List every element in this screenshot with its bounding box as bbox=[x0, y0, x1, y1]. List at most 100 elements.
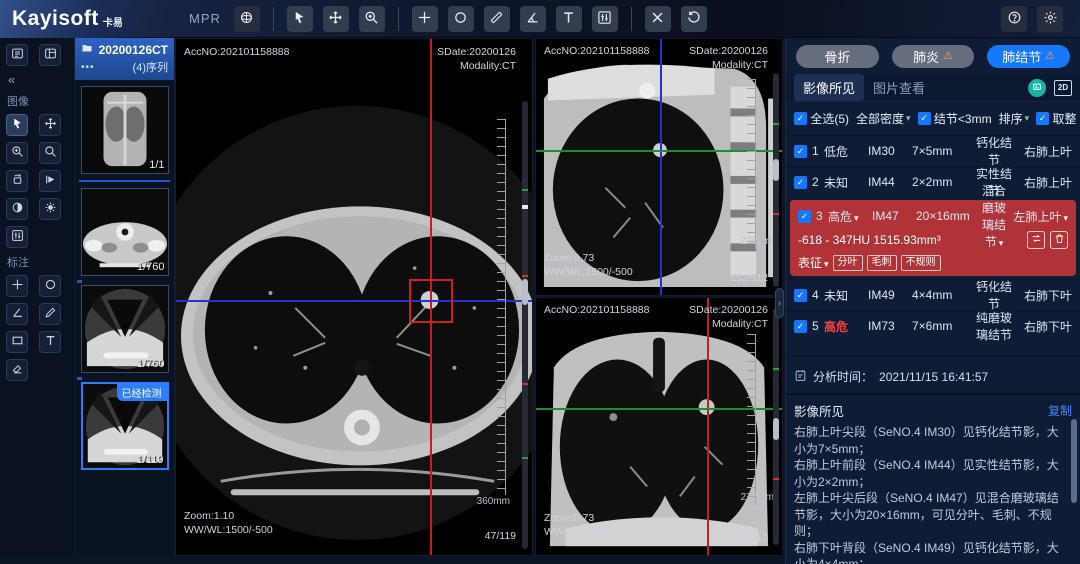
series-thumbnail-3[interactable]: 1/760 bbox=[81, 285, 169, 373]
mpr-3d-button[interactable] bbox=[234, 6, 260, 32]
pan-tool-button[interactable] bbox=[323, 6, 349, 32]
sidebar-magnifier-button[interactable] bbox=[39, 142, 61, 164]
collapse-sidebar-button[interactable]: « bbox=[8, 72, 74, 87]
copy-findings-button[interactable]: 复制 bbox=[1048, 402, 1072, 419]
series-tick bbox=[77, 377, 82, 380]
cursor-tool-button[interactable] bbox=[287, 6, 313, 32]
contrast-icon bbox=[11, 201, 24, 217]
viewport-coronal[interactable]: 270mm AccNO:202101158888 SDate:20200126 … bbox=[535, 297, 783, 556]
magnifier-icon bbox=[44, 145, 57, 161]
checkbox-checked[interactable]: ✓ bbox=[794, 145, 807, 158]
features-dropdown[interactable]: 表征▾ bbox=[798, 254, 829, 271]
findings-scrollbar[interactable] bbox=[1071, 419, 1077, 503]
scrollbar-thumb[interactable] bbox=[773, 418, 779, 440]
nodule-image-no: IM73 bbox=[868, 319, 912, 333]
sidebar-levels-button[interactable] bbox=[6, 226, 28, 248]
image-section-label: 图像 bbox=[7, 93, 74, 109]
nodule-location: 右肺上叶 bbox=[1012, 143, 1072, 160]
sidebar-pan-button[interactable] bbox=[39, 114, 61, 136]
nodule-risk-dropdown[interactable]: 高危▾ bbox=[828, 208, 872, 225]
series-thumbnail-4-selected[interactable]: 已经检测 1/119 bbox=[81, 382, 169, 470]
crosshair-tool-button[interactable] bbox=[412, 6, 438, 32]
rotate-image-icon bbox=[11, 173, 24, 189]
nodule-row-2[interactable]: ✓2 未知 IM44 2×2mm 实性结节 右肺上叶 bbox=[786, 166, 1080, 197]
filter-density-dropdown[interactable]: 全部密度▾ bbox=[856, 110, 911, 127]
filter-round[interactable]: ✓ 取整 bbox=[1036, 110, 1076, 127]
series-menu-icon[interactable]: ••• bbox=[81, 62, 95, 73]
annot-text-button[interactable] bbox=[39, 331, 61, 353]
nodule-marker-green bbox=[773, 368, 779, 370]
checkbox-checked[interactable]: ✓ bbox=[794, 320, 807, 333]
nodule-row-4[interactable]: ✓4 未知 IM49 4×4mm 钙化结节 右肺下叶 bbox=[786, 279, 1080, 310]
annot-rectangle-button[interactable] bbox=[6, 331, 28, 353]
nodule-row-5[interactable]: ✓5 高危 IM73 7×6mm 纯磨玻璃结节 右肺下叶 bbox=[786, 310, 1080, 341]
findings-title: 影像所见 bbox=[794, 401, 844, 420]
tab-pneumonia[interactable]: 肺炎 ⚠ bbox=[892, 45, 975, 68]
tab-image-view[interactable]: 图片查看 bbox=[864, 74, 934, 101]
tab-findings[interactable]: 影像所见 bbox=[794, 74, 864, 101]
folder-icon bbox=[81, 42, 93, 57]
viewport-sagittal[interactable]: 270mm AccNO:202101158888 SDate:20200126 … bbox=[535, 38, 783, 296]
2d-toggle-button[interactable]: 2D bbox=[1054, 80, 1072, 96]
swap-arrows-icon bbox=[1031, 233, 1042, 247]
viewport-axial[interactable]: 360mm AccNO:202101158888 SDate:20200126 … bbox=[175, 38, 533, 556]
layout-button[interactable] bbox=[39, 44, 61, 66]
zoom-tool-button[interactable] bbox=[359, 6, 385, 32]
delete-nodule-button[interactable] bbox=[1050, 231, 1068, 249]
checkbox-checked[interactable]: ✓ bbox=[794, 176, 807, 189]
tools-sidebar: « 图像 标注 bbox=[0, 38, 75, 564]
series-thumbnail-2[interactable]: 1/760 bbox=[81, 188, 169, 276]
checkbox-checked[interactable]: ✓ bbox=[1036, 112, 1049, 125]
finding-line: 右肺下叶背段（SeNO.4 IM49）见钙化结节影，大小为4×4mm； bbox=[794, 540, 1062, 564]
checkbox-checked[interactable]: ✓ bbox=[798, 210, 811, 223]
tab-lung-nodule[interactable]: 肺结节 ⚠ bbox=[987, 45, 1070, 68]
filter-select-all[interactable]: ✓ 全选(5) bbox=[794, 110, 849, 127]
slice-scrollbar[interactable] bbox=[773, 308, 779, 545]
checkbox-checked[interactable]: ✓ bbox=[918, 112, 931, 125]
sidebar-cursor-button[interactable] bbox=[6, 114, 28, 136]
ellipse-tool-button[interactable] bbox=[448, 6, 474, 32]
sidebar-contrast-button[interactable] bbox=[6, 198, 28, 220]
nodule-location-dropdown[interactable]: 左肺上叶▾ bbox=[1008, 208, 1068, 225]
sidebar-brightness-button[interactable] bbox=[39, 198, 61, 220]
nodule-location: 右肺上叶 bbox=[1012, 174, 1072, 191]
text-tool-button[interactable] bbox=[556, 6, 582, 32]
settings-button[interactable] bbox=[1037, 6, 1063, 32]
annot-angle-button[interactable] bbox=[6, 303, 28, 325]
series-header[interactable]: 20200126CT ••• (4)序列 bbox=[75, 38, 174, 80]
nodule-size: 20×16mm bbox=[916, 209, 980, 223]
annot-ellipse-button[interactable] bbox=[39, 275, 61, 297]
sidebar-flip-button[interactable] bbox=[39, 170, 61, 192]
relocate-button[interactable] bbox=[1027, 231, 1045, 249]
scrollbar-thumb[interactable] bbox=[522, 279, 528, 305]
annot-crosshair-button[interactable] bbox=[6, 275, 28, 297]
angle-tool-button[interactable] bbox=[520, 6, 546, 32]
window-levels-button[interactable] bbox=[592, 6, 618, 32]
slice-scrollbar[interactable] bbox=[773, 73, 779, 287]
series-thumbnail-scout[interactable]: 1/1 bbox=[81, 86, 169, 174]
report-card-button[interactable] bbox=[1028, 79, 1046, 97]
panel-collapse-handle[interactable]: › bbox=[775, 288, 784, 318]
list-icon bbox=[11, 47, 24, 63]
sidebar-rotate-button[interactable] bbox=[6, 170, 28, 192]
annot-pencil-button[interactable] bbox=[39, 303, 61, 325]
slice-scrollbar[interactable] bbox=[522, 101, 528, 549]
tab-fracture[interactable]: 骨折 bbox=[796, 45, 879, 68]
help-button[interactable] bbox=[1001, 6, 1027, 32]
sidebar-zoom-in-button[interactable] bbox=[6, 142, 28, 164]
checkbox-checked[interactable]: ✓ bbox=[794, 112, 807, 125]
thumbnail-list-button[interactable] bbox=[6, 44, 28, 66]
ruler-tool-button[interactable] bbox=[484, 6, 510, 32]
annot-eraser-button[interactable] bbox=[6, 359, 28, 381]
reset-button[interactable] bbox=[681, 6, 707, 32]
nodule-row-1[interactable]: ✓1 低危 IM30 7×5mm 钙化结节 右肺上叶 bbox=[786, 135, 1080, 166]
zoom-in-icon bbox=[364, 10, 379, 28]
nodule-row-3-selected[interactable]: ✓3 高危▾ IM47 20×16mm 混合磨玻璃结节▾ 左肺上叶▾ -618 … bbox=[790, 200, 1076, 276]
close-annotation-button[interactable] bbox=[645, 6, 671, 32]
filter-sort-dropdown[interactable]: 排序▾ bbox=[999, 110, 1030, 127]
nodule-type-dropdown[interactable]: 混合磨玻璃结节▾ bbox=[980, 182, 1008, 250]
checkbox-checked[interactable]: ✓ bbox=[794, 289, 807, 302]
filter-small-nodule[interactable]: ✓ 结节<3mm bbox=[918, 110, 992, 127]
toolbar-separator bbox=[273, 7, 274, 31]
scrollbar-thumb[interactable] bbox=[773, 159, 779, 181]
